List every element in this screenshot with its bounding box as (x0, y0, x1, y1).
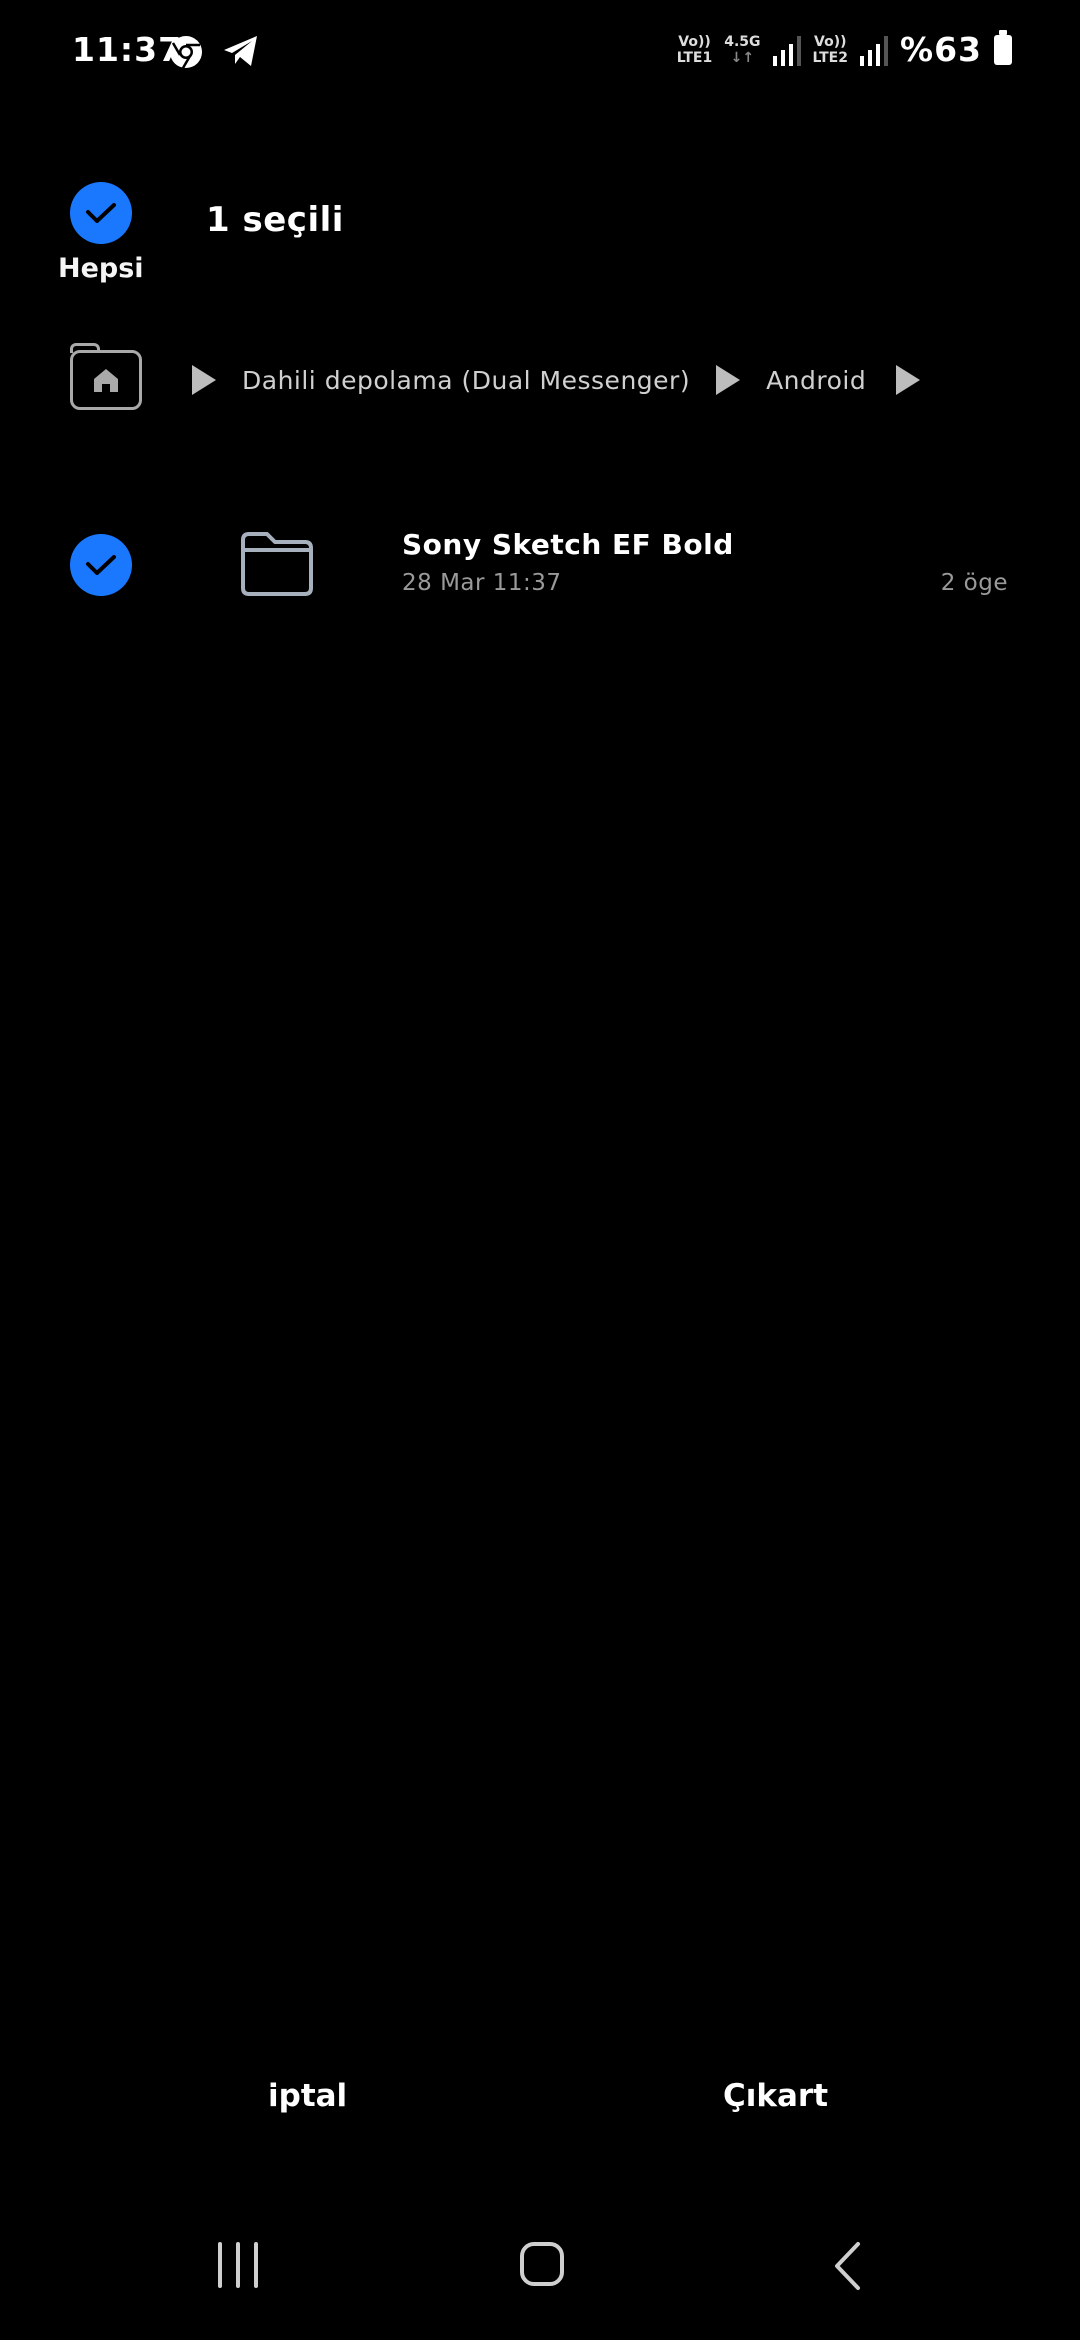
select-all-checkbox[interactable] (70, 182, 132, 244)
selected-count-title: 1 seçili (206, 200, 344, 240)
breadcrumb: Dahili depolama (Dual Messenger) Android (70, 343, 921, 415)
file-name[interactable]: Sony Sketch EF Bold (402, 528, 734, 561)
sim1-volte: Vo)) (678, 33, 711, 50)
battery-icon (994, 29, 1012, 65)
select-all-label[interactable]: Hepsi (58, 253, 144, 284)
breadcrumb-item-internal-storage[interactable]: Dahili depolama (Dual Messenger) (242, 366, 690, 395)
home-folder-button[interactable] (70, 343, 142, 410)
cancel-button[interactable]: iptal (268, 2078, 347, 2114)
home-button[interactable] (520, 2242, 564, 2286)
folder-icon (241, 532, 313, 596)
sim1-type: LTE1 (676, 49, 713, 66)
sim1-indicator: Vo)) LTE1 (677, 34, 712, 66)
extract-button[interactable]: Çıkart (723, 2078, 828, 2114)
home-icon (94, 369, 118, 392)
back-button[interactable] (832, 2240, 862, 2292)
sim2-type: LTE2 (812, 49, 848, 66)
breadcrumb-arrow-icon (192, 365, 216, 395)
data-arrows-icon: ↓↑ (730, 49, 755, 66)
recents-icon (218, 2242, 222, 2288)
file-date: 28 Mar 11:37 (402, 570, 562, 596)
checkmark-icon (86, 555, 116, 575)
signal-icon-2 (860, 34, 888, 66)
telegram-icon (224, 36, 257, 66)
battery-percent: %63 (900, 30, 982, 69)
notification-icons (168, 34, 260, 70)
breadcrumb-item-android[interactable]: Android (766, 366, 866, 395)
checkmark-icon (86, 203, 116, 223)
sim2-volte: Vo)) (814, 33, 847, 50)
status-right: Vo)) LTE1 4.5G ↓↑ Vo)) LTE2 %63 (677, 29, 1012, 69)
breadcrumb-arrow-icon (896, 365, 921, 395)
file-item-count: 2 öge (940, 570, 1008, 596)
network-type: 4.5G ↓↑ (724, 34, 760, 66)
network-label: 4.5G (724, 33, 761, 50)
breadcrumb-arrow-icon (716, 365, 741, 395)
recents-button[interactable] (218, 2242, 258, 2288)
row-checkbox[interactable] (70, 534, 132, 596)
chrome-icon (170, 36, 202, 69)
status-time: 11:37 (72, 30, 183, 69)
signal-icon-1 (772, 34, 801, 66)
sim2-indicator: Vo)) LTE2 (813, 34, 848, 66)
